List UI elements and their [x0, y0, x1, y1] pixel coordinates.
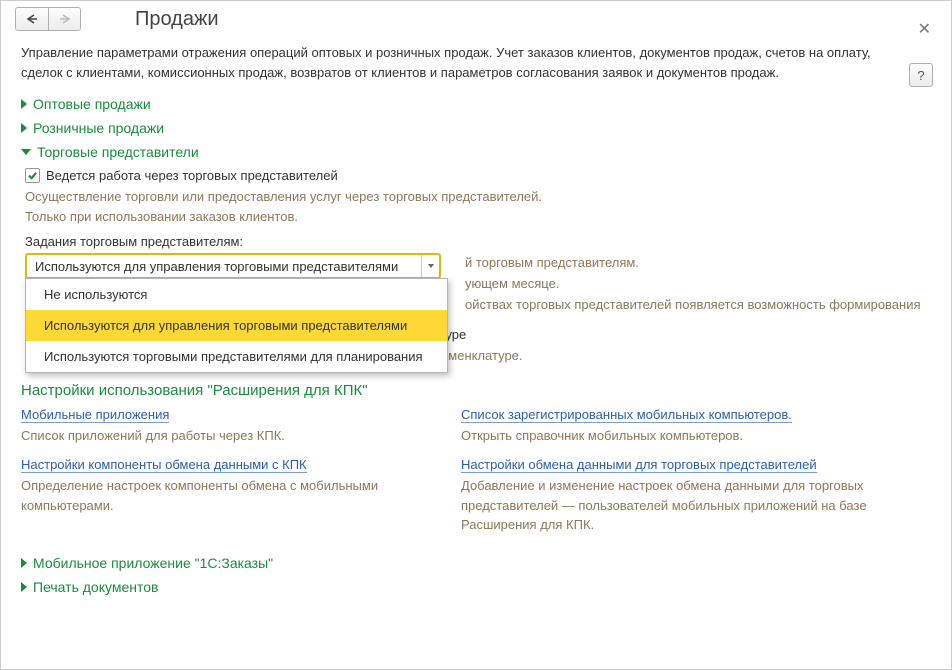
section-label: Розничные продажи — [33, 120, 164, 136]
help-button[interactable]: ? — [909, 63, 933, 87]
checkbox-label: Ведется работа через торговых представит… — [46, 168, 338, 183]
background-hint: ойствах торговых представителей появляет… — [465, 295, 931, 316]
hint-text: Определение настроек компоненты обмена с… — [21, 476, 461, 515]
chevron-right-icon — [21, 123, 27, 133]
chevron-right-icon — [21, 99, 27, 109]
hint-text: Список приложений для работы через КПК. — [21, 426, 461, 446]
section-print-docs[interactable]: Печать документов — [21, 579, 931, 595]
page-description: Управление параметрами отражения операци… — [21, 43, 891, 82]
chevron-right-icon — [21, 582, 27, 592]
back-button[interactable] — [16, 8, 48, 30]
dropdown-option-plan[interactable]: Используются торговыми представителями д… — [26, 341, 447, 372]
link-exchange-reps[interactable]: Настройки обмена данными для торговых пр… — [461, 457, 817, 473]
tasks-dropdown[interactable]: Используются для управления торговыми пр… — [25, 253, 441, 279]
section-label: Печать документов — [33, 579, 158, 595]
chevron-right-icon — [21, 558, 27, 568]
hint-text: Открыть справочник мобильных компьютеров… — [461, 426, 901, 446]
checkbox-reps-enabled[interactable] — [25, 168, 40, 183]
dropdown-option-none[interactable]: Не используются — [26, 279, 447, 310]
link-exchange-component[interactable]: Настройки компоненты обмена данными с КП… — [21, 457, 307, 473]
close-icon[interactable]: ✕ — [918, 19, 931, 39]
hint-text: Добавление и изменение настроек обмена д… — [461, 476, 901, 535]
hint-text: Осуществление торговли или предоставлени… — [25, 187, 931, 226]
chevron-down-icon — [21, 149, 31, 155]
page-title: Продажи — [135, 8, 219, 31]
section-mobile-app[interactable]: Мобильное приложение "1С:Заказы" — [21, 555, 931, 571]
section-label: Оптовые продажи — [33, 96, 151, 112]
link-mobile-apps[interactable]: Мобильные приложения — [21, 407, 169, 423]
dropdown-arrow-icon[interactable] — [421, 255, 439, 277]
nav-button-group — [15, 7, 81, 31]
kpk-title: Настройки использования "Расширения для … — [21, 382, 931, 399]
section-wholesale[interactable]: Оптовые продажи — [21, 96, 931, 112]
background-hint: ующем месяце. — [465, 274, 931, 295]
section-reps[interactable]: Торговые представители — [21, 144, 931, 160]
section-label: Мобильное приложение "1С:Заказы" — [33, 555, 273, 571]
section-retail[interactable]: Розничные продажи — [21, 120, 931, 136]
dropdown-value: Используются для управления торговыми пр… — [27, 255, 421, 277]
forward-button[interactable] — [48, 8, 80, 30]
tasks-label: Задания торговым представителям: — [25, 234, 931, 249]
dropdown-list: Не используются Используются для управле… — [25, 278, 448, 373]
section-label: Торговые представители — [37, 144, 199, 160]
dropdown-option-manage[interactable]: Используются для управления торговыми пр… — [26, 310, 447, 341]
background-hint: й торговым представителям. — [465, 253, 931, 274]
link-registered-devices[interactable]: Список зарегистрированных мобильных комп… — [461, 407, 792, 423]
